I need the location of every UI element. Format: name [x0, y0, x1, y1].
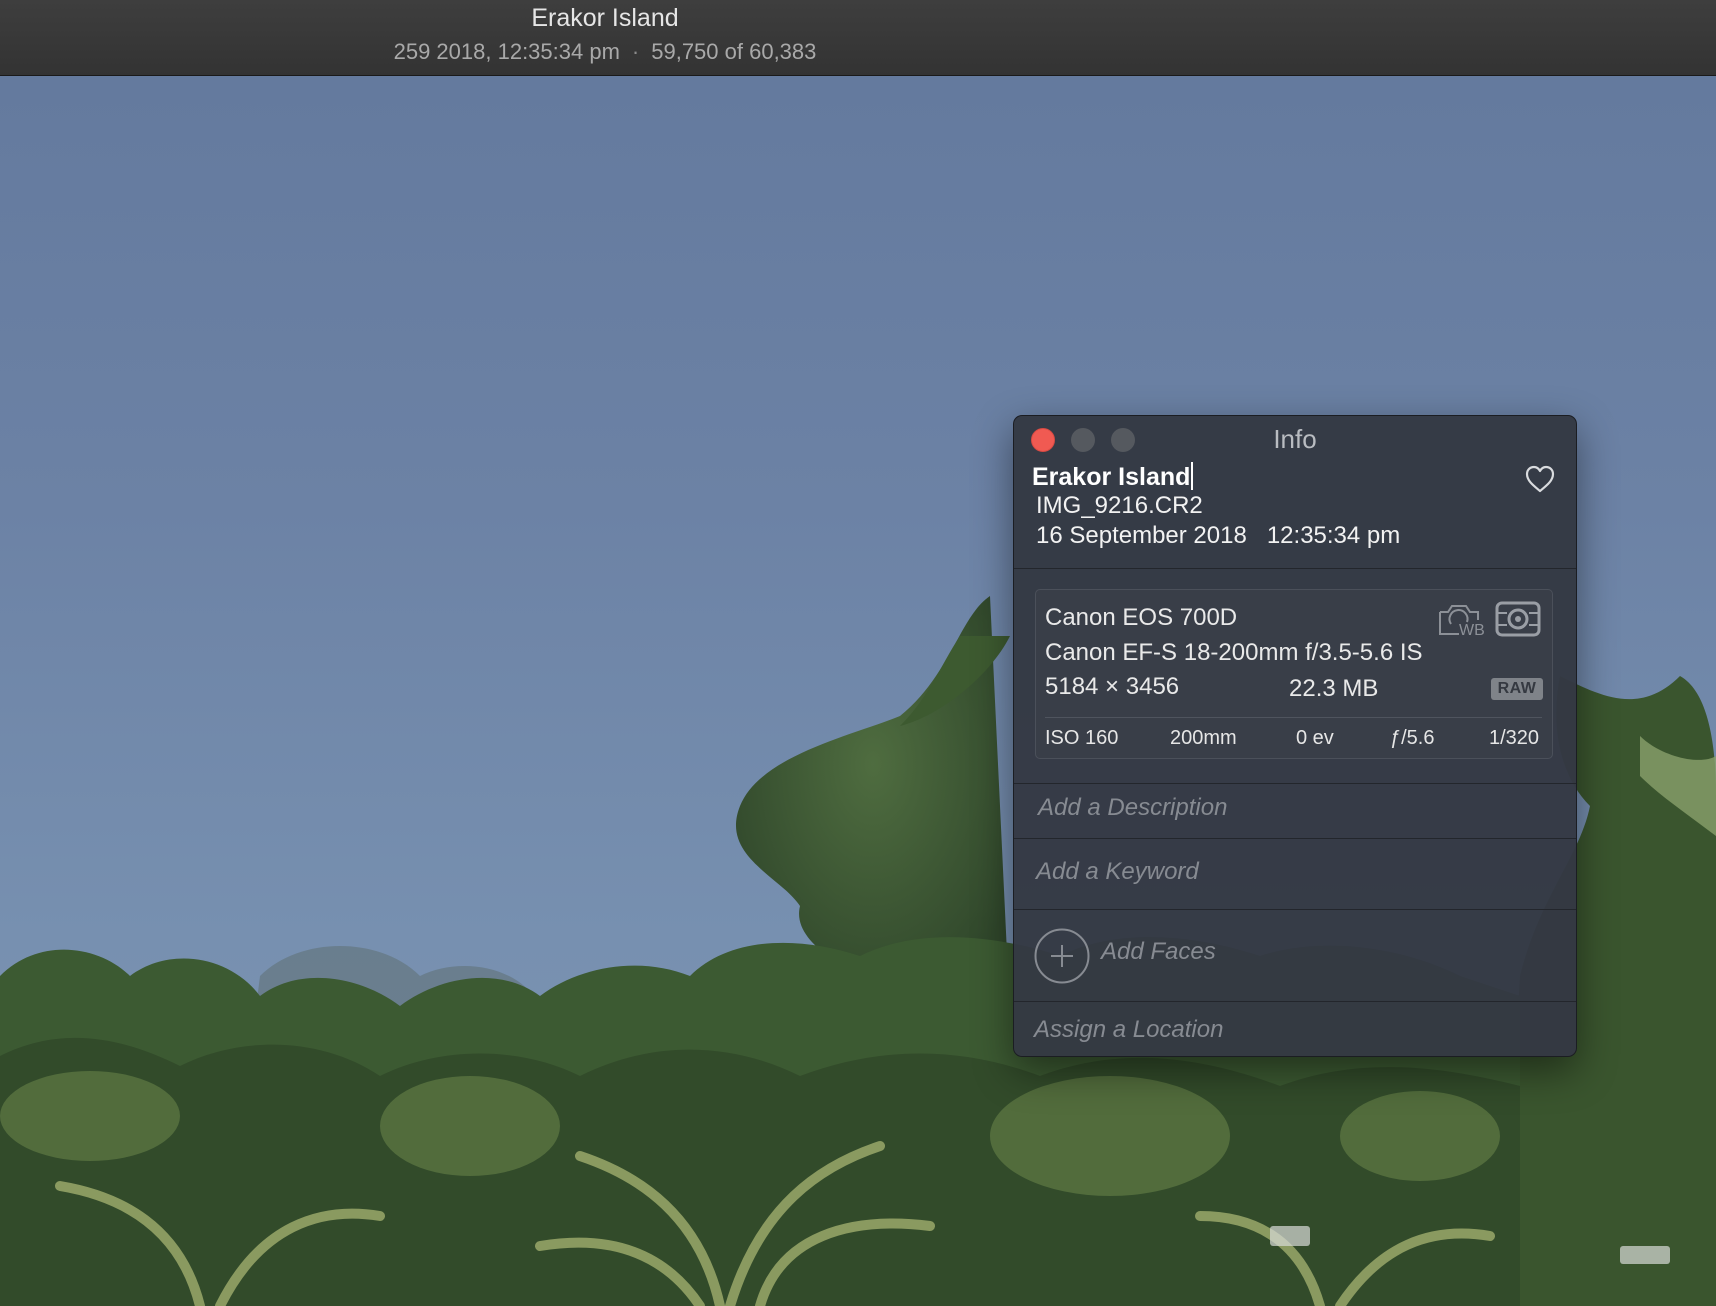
lens-model: Canon EF-S 18-200mm f/3.5-5.6 IS — [1045, 639, 1423, 666]
camera-info-box: Canon EOS 700D Canon EF-S 18-200mm f/3.5… — [1035, 589, 1553, 759]
divider — [1014, 783, 1576, 784]
description-field[interactable]: Add a Description — [1038, 794, 1558, 822]
window-subtitle: 259 2018, 12:35:34 pm · 59,750 of 60,383 — [0, 39, 1210, 65]
location-field[interactable]: Assign a Location — [1034, 1016, 1554, 1044]
divider — [1014, 838, 1576, 839]
file-size: 22.3 MB — [1289, 675, 1379, 702]
divider — [1014, 909, 1576, 910]
exif-focal-length: 200mm — [1170, 727, 1237, 749]
exif-aperture: ƒ/5.6 — [1390, 727, 1435, 749]
capture-time: 12:35:34 pm — [1266, 522, 1401, 549]
plus-circle-icon[interactable] — [1034, 928, 1090, 984]
heart-icon[interactable] — [1524, 464, 1556, 494]
subtitle-date: 259 2018, 12:35:34 pm — [393, 39, 620, 64]
capture-datetime: 16 September 2018 12:35:34 pm — [1036, 522, 1400, 550]
subtitle-position: 59,750 of 60,383 — [651, 39, 817, 64]
file-name: IMG_9216.CR2 — [1036, 492, 1203, 519]
add-faces-label[interactable]: Add Faces — [1101, 938, 1216, 966]
title-bar: Erakor Island 259 2018, 12:35:34 pm · 59,7… — [0, 0, 1716, 76]
photo-title-text: Erakor Island — [1032, 463, 1191, 491]
info-panel: Info Erakor Island IMG_9216.CR2 16 Septe… — [1013, 415, 1577, 1057]
capture-date: 16 September 2018 — [1036, 522, 1247, 549]
panel-title: Info — [1273, 424, 1317, 454]
exif-iso: ISO 160 — [1045, 727, 1119, 749]
divider — [1014, 568, 1576, 569]
exif-divider — [1045, 717, 1542, 718]
raw-badge: RAW — [1491, 678, 1543, 700]
photo-title-field[interactable]: Erakor Island — [1032, 462, 1194, 492]
text-caret — [1191, 462, 1194, 490]
exif-shutter-speed: 1/320 — [1489, 727, 1540, 749]
photos-window: Erakor Island 259 2018, 12:35:34 pm · 59,7… — [0, 0, 1716, 1306]
divider — [1014, 1001, 1576, 1002]
keyword-field[interactable]: Add a Keyword — [1036, 858, 1556, 886]
metering-icon — [1495, 601, 1541, 637]
subtitle-separator: · — [631, 39, 640, 64]
window-title: Erakor Island — [531, 4, 679, 32]
camera-wb-icon: WB — [1439, 605, 1485, 638]
exif-exposure-bias: 0 ev — [1296, 727, 1334, 749]
camera-model: Canon EOS 700D — [1045, 604, 1238, 631]
wb-label: WB — [1459, 622, 1485, 638]
image-dimensions: 5184 × 3456 — [1045, 673, 1180, 700]
